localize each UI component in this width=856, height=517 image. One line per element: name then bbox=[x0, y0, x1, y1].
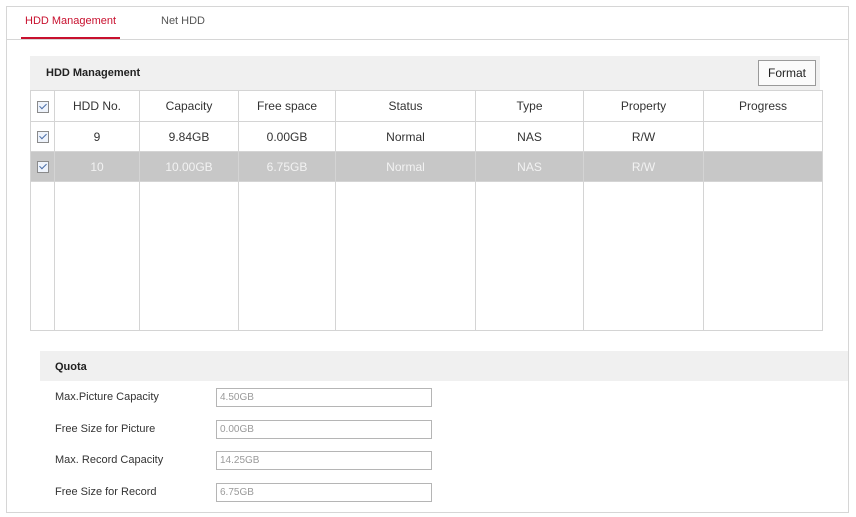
table-row-selected[interactable]: 10 10.00GB 6.75GB Normal NAS R/W bbox=[30, 151, 823, 182]
quota-title: Quota bbox=[55, 361, 87, 373]
select-all-checkbox[interactable] bbox=[36, 100, 49, 113]
max-picture-capacity-row: Max.Picture Capacity bbox=[40, 388, 460, 408]
free-size-for-record-label: Free Size for Record bbox=[55, 486, 157, 498]
max-picture-capacity-field[interactable] bbox=[216, 388, 432, 407]
column-header-status: Status bbox=[335, 90, 476, 122]
cell-progress bbox=[703, 121, 823, 152]
free-size-for-picture-field[interactable] bbox=[216, 420, 432, 439]
cell-progress bbox=[703, 151, 823, 182]
column-header-property: Property bbox=[583, 90, 704, 122]
column-header-capacity: Capacity bbox=[139, 90, 239, 122]
empty-table-area bbox=[30, 181, 823, 331]
cell-status: Normal bbox=[335, 121, 476, 152]
cell-capacity: 9.84GB bbox=[139, 121, 239, 152]
tab-hdd-management[interactable]: HDD Management bbox=[21, 15, 121, 39]
column-header-free-space: Free space bbox=[238, 90, 336, 122]
tab-net-hdd[interactable]: Net HDD bbox=[161, 15, 205, 37]
cell-free-space: 6.75GB bbox=[238, 151, 336, 182]
table-row[interactable]: 9 9.84GB 0.00GB Normal NAS R/W bbox=[30, 121, 823, 152]
cell-type: NAS bbox=[475, 151, 584, 182]
cell-free-space: 0.00GB bbox=[238, 121, 336, 152]
cell-status: Normal bbox=[335, 151, 476, 182]
hdd-management-header: HDD Management Format bbox=[30, 56, 820, 90]
cell-capacity: 10.00GB bbox=[139, 151, 239, 182]
free-size-for-record-field[interactable] bbox=[216, 483, 432, 502]
free-size-for-record-row: Free Size for Record bbox=[40, 483, 460, 503]
quota-header: Quota bbox=[40, 351, 848, 381]
hdd-table: HDD No. Capacity Free space Status Type … bbox=[30, 90, 823, 331]
column-header-hdd-no: HDD No. bbox=[54, 90, 140, 122]
row-checkbox[interactable] bbox=[36, 161, 49, 174]
free-size-for-picture-label: Free Size for Picture bbox=[55, 423, 156, 435]
row-checkbox-cell[interactable] bbox=[30, 121, 55, 152]
tab-bar: HDD Management Net HDD bbox=[7, 7, 848, 40]
select-all-checkbox-cell[interactable] bbox=[30, 90, 55, 122]
format-button[interactable]: Format bbox=[758, 60, 816, 86]
max-record-capacity-field[interactable] bbox=[216, 451, 432, 470]
hdd-management-title: HDD Management bbox=[46, 67, 141, 79]
cell-type: NAS bbox=[475, 121, 584, 152]
max-record-capacity-row: Max. Record Capacity bbox=[40, 451, 460, 471]
column-header-type: Type bbox=[475, 90, 584, 122]
row-checkbox[interactable] bbox=[36, 131, 49, 144]
column-header-progress: Progress bbox=[703, 90, 823, 122]
table-header-row: HDD No. Capacity Free space Status Type … bbox=[30, 90, 823, 122]
cell-property: R/W bbox=[583, 121, 704, 152]
cell-hdd-no: 10 bbox=[54, 151, 140, 182]
max-picture-capacity-label: Max.Picture Capacity bbox=[55, 391, 159, 403]
max-record-capacity-label: Max. Record Capacity bbox=[55, 454, 164, 466]
cell-property: R/W bbox=[583, 151, 704, 182]
free-size-for-picture-row: Free Size for Picture bbox=[40, 420, 460, 440]
row-checkbox-cell[interactable] bbox=[30, 151, 55, 182]
cell-hdd-no: 9 bbox=[54, 121, 140, 152]
